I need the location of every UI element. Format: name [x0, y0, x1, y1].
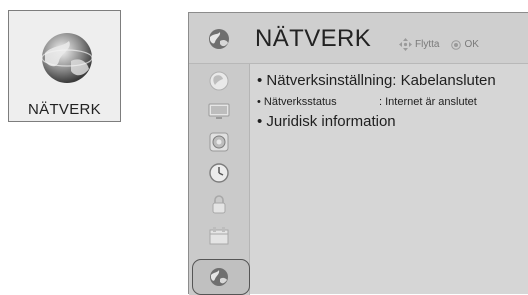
move-arrows-icon [399, 38, 412, 51]
panel-header: NÄTVERK Flytta OK [189, 13, 528, 64]
network-status-value: : Internet är anslutet [379, 96, 477, 108]
tile-label: NÄTVERK [28, 101, 101, 118]
ok-button-icon [451, 39, 462, 50]
network-tile[interactable]: NÄTVERK [8, 10, 121, 122]
network-status-label: • Nätverksstatus [257, 96, 337, 108]
globe-icon [41, 33, 93, 83]
key-hint: Flytta OK [399, 38, 479, 51]
hint-ok-label: OK [464, 39, 479, 50]
options-icon[interactable] [207, 224, 231, 246]
network-icon[interactable] [207, 266, 231, 288]
audio-icon[interactable] [207, 131, 231, 153]
hint-move-label: Flytta [415, 39, 440, 50]
menu-item-network-setting[interactable]: • Nätverksinställning: Kabelansluten [257, 72, 496, 89]
screen-icon[interactable] [207, 100, 231, 122]
page-title: NÄTVERK [255, 25, 372, 52]
category-sidebar [189, 64, 250, 295]
menu-item-legal-information[interactable]: • Juridisk information [257, 113, 396, 130]
picture-icon[interactable] [207, 70, 231, 92]
settings-panel: NÄTVERK Flytta OK • Nätverksinställning:… [188, 12, 528, 295]
menu-item-network-status[interactable]: • Nätverksstatus : Internet är anslutet [257, 96, 477, 108]
lock-icon[interactable] [207, 193, 231, 215]
clock-icon[interactable] [207, 162, 231, 184]
globe-icon [209, 29, 229, 49]
